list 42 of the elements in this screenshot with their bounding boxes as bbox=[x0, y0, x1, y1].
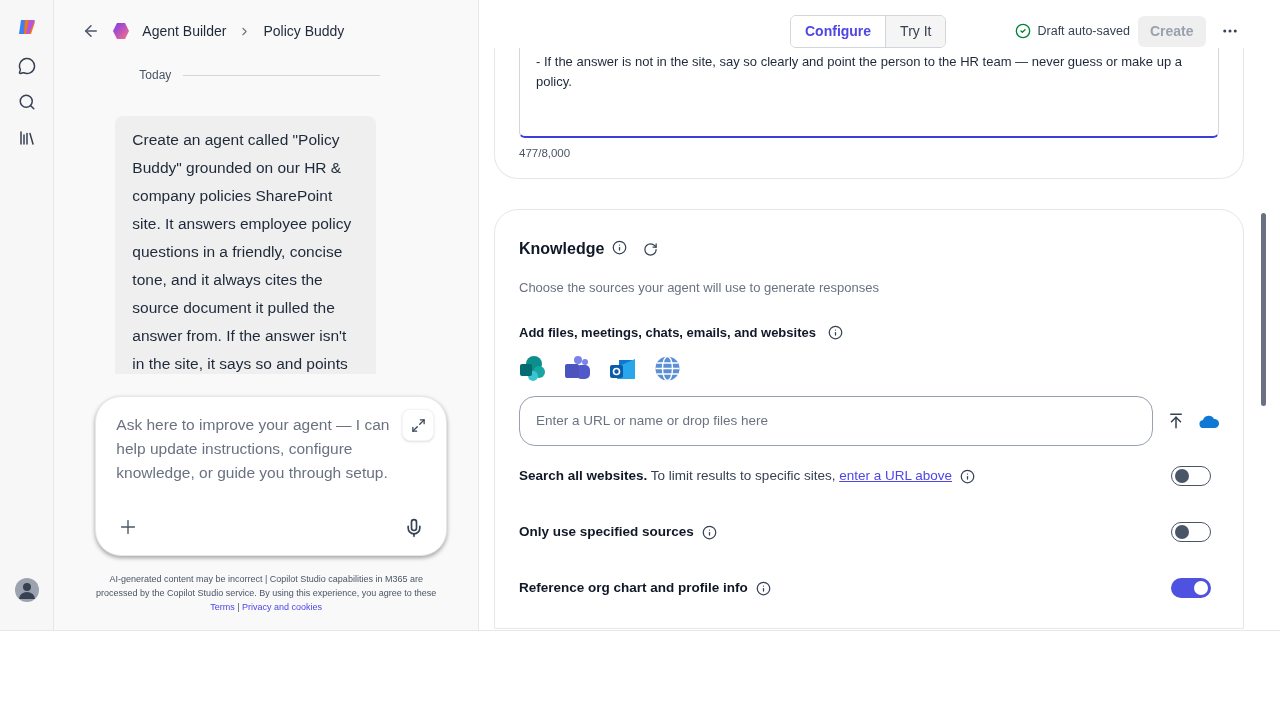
toggle-switch[interactable] bbox=[1171, 466, 1211, 487]
cloud-icon[interactable] bbox=[1199, 414, 1219, 428]
saved-check-icon bbox=[1015, 23, 1032, 39]
save-status: Draft auto-saved bbox=[1037, 22, 1130, 40]
url-input-field[interactable]: Enter a URL or name or drop files here bbox=[519, 396, 1153, 447]
option-label: Reference org chart and profile info bbox=[519, 579, 748, 598]
section-description: Choose the sources your agent will use to generate responses bbox=[519, 279, 880, 298]
info-icon[interactable] bbox=[612, 239, 628, 255]
date-label: Today bbox=[139, 67, 172, 84]
app-logo-icon[interactable] bbox=[16, 18, 37, 36]
terms-link[interactable]: Terms bbox=[210, 602, 235, 612]
scrollbar[interactable] bbox=[1261, 213, 1266, 406]
tab[interactable]: Try It bbox=[885, 15, 946, 47]
instructions-field[interactable]: - If the answer is not in the site, say so clearly and point the person to the HR team — never guess or make up a policy. bbox=[519, 48, 1219, 138]
info-icon[interactable] bbox=[827, 325, 843, 340]
library-icon[interactable] bbox=[17, 129, 36, 147]
character-counter: 477/8,000 bbox=[519, 146, 572, 161]
info-icon[interactable] bbox=[701, 524, 717, 540]
agent-logo-icon bbox=[112, 22, 131, 40]
toggle-switch[interactable] bbox=[1171, 522, 1211, 543]
search-icon[interactable] bbox=[17, 93, 36, 111]
expand-button[interactable] bbox=[402, 409, 435, 441]
disclaimer-text: AI-generated content may be incorrect | Copilot Studio capabilities in M365 are processed by the Copilot Studio service. By using this experience, you agree to these Terms | Privacy and cookies bbox=[95, 573, 438, 614]
sharepoint-icon[interactable] bbox=[519, 355, 546, 383]
globe-icon[interactable] bbox=[654, 355, 681, 383]
expand-icon bbox=[410, 417, 426, 433]
option-label: Search all websites. To limit results to specific sites, enter a URL above bbox=[519, 467, 952, 486]
breadcrumb-current: Policy Buddy bbox=[263, 21, 345, 41]
info-icon[interactable] bbox=[755, 580, 771, 596]
refresh-icon[interactable] bbox=[643, 241, 659, 257]
info-icon[interactable] bbox=[960, 468, 975, 484]
breadcrumb-link[interactable]: Agent Builder bbox=[142, 20, 227, 42]
avatar-icon[interactable] bbox=[14, 578, 39, 602]
privacy-link[interactable]: Privacy and cookies bbox=[242, 602, 323, 612]
upload-icon[interactable] bbox=[1167, 412, 1185, 431]
chat-icon[interactable] bbox=[17, 57, 36, 75]
toggle-switch[interactable] bbox=[1171, 578, 1211, 599]
message-bubble: Create an agent called "Policy Buddy" grounded on our HR & company policies SharePoint site. It answers employee policy questions in a friendly, concise tone, and it always cites the source document it pulled the answer from. If the answer isn't in the site, it says so and points bbox=[115, 116, 377, 374]
enter-url-link[interactable]: enter a URL above bbox=[839, 468, 952, 484]
add-sources-label: Add files, meetings, chats, emails, and websites bbox=[519, 323, 816, 342]
section-title: Knowledge bbox=[519, 239, 605, 260]
option-label: Only use specified sources bbox=[519, 523, 694, 542]
